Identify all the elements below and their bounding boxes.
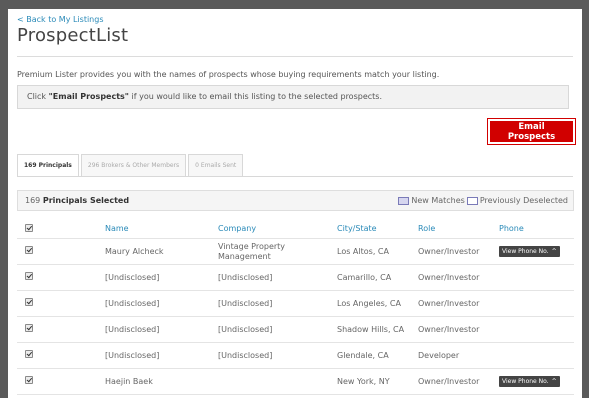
prospect-city: New York, NY — [337, 368, 418, 395]
prospect-phone-cell: View Phone No. ^ — [499, 238, 574, 265]
selected-count-label: Principals Selected — [42, 196, 130, 205]
notice-suffix: if you would like to email this listing … — [128, 92, 383, 101]
table-row: [Undisclosed] [Undisclosed] Shadow Hills… — [17, 316, 574, 343]
table-row: Maury Alcheck Vintage Property Managemen… — [17, 238, 574, 265]
tab-emails-sent[interactable]: 0 Emails Sent — [188, 154, 244, 176]
prospect-role: Developer — [418, 342, 499, 369]
notice-prefix: Click — [27, 92, 49, 101]
title-divider — [17, 56, 573, 57]
page-description: Premium Lister provides you with the nam… — [17, 70, 440, 79]
email-prospects-button[interactable]: Email Prospects — [490, 121, 573, 142]
selection-header: 169 Principals Selected New Matches Previ… — [17, 190, 574, 211]
prospect-name: [Undisclosed] — [105, 342, 218, 369]
legend-previously-deselected: Previously Deselected — [479, 196, 568, 205]
tab-brokers-members[interactable]: 296 Brokers & Other Members — [80, 154, 187, 176]
row-checkbox[interactable] — [25, 324, 33, 332]
prospect-company: [Undisclosed] — [218, 316, 337, 343]
notice-bold: "Email Prospects" — [48, 92, 129, 101]
row-select-cell — [17, 264, 105, 291]
prospect-company: [Undisclosed] — [218, 264, 337, 291]
prospect-city: Shadow Hills, CA — [337, 316, 418, 343]
prospect-city: Los Altos, CA — [337, 238, 418, 265]
back-to-listings-link[interactable]: < Back to My Listings — [17, 15, 104, 24]
email-prospects-button-frame: Email Prospects — [487, 118, 576, 145]
prospect-name: Haejin Baek — [105, 368, 218, 395]
prospect-city: Glendale, CA — [337, 342, 418, 369]
prospect-name: [Undisclosed] — [105, 264, 218, 291]
prospect-role: Owner/Investor — [418, 290, 499, 317]
view-phone-label: View Phone No. — [502, 247, 549, 255]
legend-new-matches: New Matches — [411, 196, 465, 205]
prospect-phone-cell — [499, 316, 574, 343]
prospect-role: Owner/Investor — [418, 264, 499, 291]
table-header-row: Name Company City/State Role Phone — [17, 219, 574, 239]
table-row: [Undisclosed] [Undisclosed] Camarillo, C… — [17, 264, 574, 291]
prospect-phone-cell — [499, 264, 574, 291]
column-header-role[interactable]: Role — [418, 219, 499, 239]
row-select-cell — [17, 290, 105, 317]
chevron-up-icon: ^ — [551, 377, 557, 385]
row-select-cell — [17, 342, 105, 369]
new-matches-swatch-icon — [398, 196, 410, 205]
prospect-role: Owner/Investor — [418, 316, 499, 343]
prospect-city: Los Angeles, CA — [337, 290, 418, 317]
prospect-city: Camarillo, CA — [337, 264, 418, 291]
prospect-phone-cell — [499, 290, 574, 317]
prospect-phone-cell — [499, 342, 574, 369]
prospects-table: Name Company City/State Role Phone Maury… — [17, 219, 574, 395]
table-row: [Undisclosed] [Undisclosed] Los Angeles,… — [17, 290, 574, 317]
table-row: [Undisclosed] [Undisclosed] Glendale, CA… — [17, 342, 574, 369]
previously-deselected-swatch-icon — [466, 196, 478, 205]
view-phone-button[interactable]: View Phone No. ^ — [499, 376, 560, 388]
prospect-company: [Undisclosed] — [218, 290, 337, 317]
selected-count-number: 169 — [25, 196, 41, 205]
prospect-name: [Undisclosed] — [105, 290, 218, 317]
select-all-cell — [17, 219, 105, 239]
row-select-cell — [17, 316, 105, 343]
view-phone-label: View Phone No. — [502, 377, 549, 385]
selected-count: 169 Principals Selected — [25, 196, 129, 205]
row-select-cell — [17, 368, 105, 395]
prospect-name: [Undisclosed] — [105, 316, 218, 343]
prospect-role: Owner/Investor — [418, 368, 499, 395]
column-header-company[interactable]: Company — [218, 219, 337, 239]
row-checkbox[interactable] — [25, 298, 33, 306]
column-header-phone[interactable]: Phone — [499, 219, 574, 239]
prospect-tabs: 169 Principals 296 Brokers & Other Membe… — [17, 154, 245, 176]
column-header-city-state[interactable]: City/State — [337, 219, 418, 239]
match-legend: New Matches Previously Deselected — [398, 196, 568, 205]
column-header-name[interactable]: Name — [105, 219, 218, 239]
prospect-company: Vintage Property Management — [218, 238, 337, 265]
tabs-divider — [17, 176, 573, 177]
table-row: Haejin Baek New York, NY Owner/Investor … — [17, 368, 574, 395]
row-select-cell — [17, 238, 105, 265]
prospect-role: Owner/Investor — [418, 238, 499, 265]
row-checkbox[interactable] — [25, 246, 33, 254]
row-checkbox[interactable] — [25, 376, 33, 384]
row-checkbox[interactable] — [25, 350, 33, 358]
prospect-phone-cell: View Phone No. ^ — [499, 368, 574, 395]
chevron-up-icon: ^ — [551, 247, 557, 255]
prospect-list-page: < Back to My Listings ProspectList Premi… — [8, 9, 582, 398]
tab-principals[interactable]: 169 Principals — [17, 154, 79, 176]
prospect-company — [218, 368, 337, 395]
email-notice: Click "Email Prospects" if you would lik… — [17, 85, 569, 109]
prospect-name: Maury Alcheck — [105, 238, 218, 265]
view-phone-button[interactable]: View Phone No. ^ — [499, 246, 560, 258]
prospect-company: [Undisclosed] — [218, 342, 337, 369]
row-checkbox[interactable] — [25, 272, 33, 280]
select-all-checkbox[interactable] — [25, 223, 33, 232]
page-title: ProspectList — [17, 25, 129, 46]
